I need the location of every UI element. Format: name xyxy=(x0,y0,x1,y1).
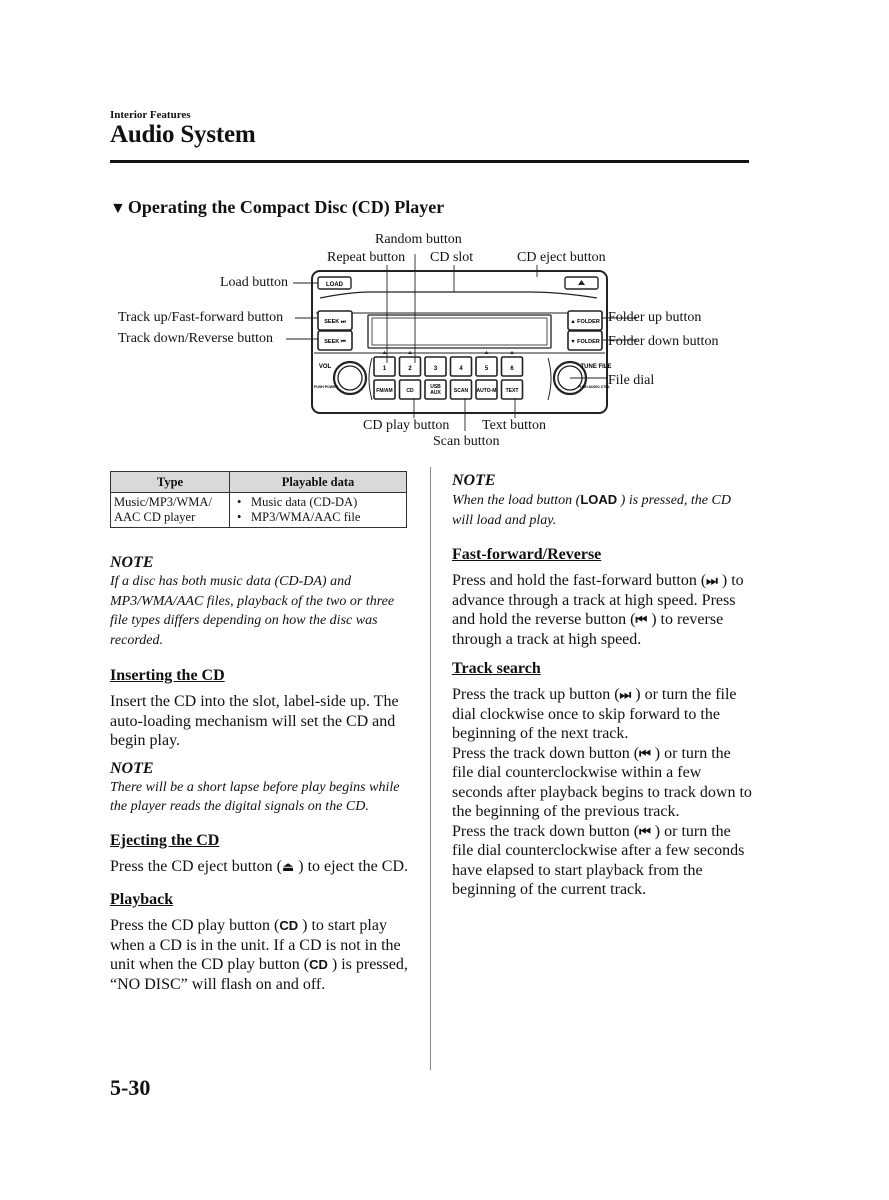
text-span: ) to eject the CD. xyxy=(294,857,409,875)
inserting-text: Insert the CD into the slot, label-side … xyxy=(110,693,399,749)
callout-load-button: Load button xyxy=(220,275,289,290)
eject-button-graphic xyxy=(564,276,599,290)
left-column: NOTE If a disc has both music data (CD-D… xyxy=(110,553,410,994)
table-cell-data: Music data (CD-DA) MP3/WMA/AAC file xyxy=(229,492,407,528)
audio-unit-diagram: LOAD SEEK ⏭ SEEK ⏮ ▲ FOLDER ▼ FOLDER VOL… xyxy=(110,228,750,458)
folder-up-label: ▲ FOLDER xyxy=(570,319,600,325)
track-search-heading: Track search xyxy=(452,660,541,677)
table-header-playable-data: Playable data xyxy=(229,471,407,493)
function-button-label: SCAN xyxy=(454,388,469,394)
playback-heading: Playback xyxy=(110,891,174,908)
vol-label: VOL xyxy=(319,364,332,370)
display xyxy=(367,314,552,349)
title-rule xyxy=(110,160,749,163)
track-down-icon: ⏮ xyxy=(639,745,651,761)
list-item: MP3/WMA/AAC file xyxy=(251,510,403,525)
text-span: Press and hold the fast-forward button ( xyxy=(452,572,707,589)
text-span: Press the track down button ( xyxy=(452,822,640,840)
ejecting-text: Press the CD eject button (⏏ ) to eject … xyxy=(110,857,410,877)
function-button-label: AUTO-M xyxy=(477,388,497,394)
note-heading: NOTE xyxy=(110,759,154,777)
callout-track-down-button: Track down/Reverse button xyxy=(118,331,274,346)
folder-down-label: ▼ FOLDER xyxy=(570,339,600,345)
ff-reverse-text: Press and hold the fast-forward button (… xyxy=(452,571,752,649)
cd-slot xyxy=(319,291,598,299)
subsection-title: Operating the Compact Disc (CD) Player xyxy=(127,197,445,217)
track-search-text-3: Press the track down button (⏮ ) or turn… xyxy=(452,822,752,900)
eject-icon: ⏏ xyxy=(281,858,295,874)
function-button-label: FM/AM xyxy=(376,388,392,394)
callout-track-up-button: Track up/Fast-forward button xyxy=(118,310,284,325)
table-header-type: Type xyxy=(110,471,230,493)
callout-cd-eject-button: CD eject button xyxy=(517,250,606,265)
table-row: Music/MP3/WMA/ AAC CD player Music data … xyxy=(110,492,407,528)
track-up-icon: ⏭ xyxy=(619,687,632,702)
load-label: LOAD xyxy=(326,282,344,288)
callout-repeat-button: Repeat button xyxy=(327,250,406,265)
table-cell-type: Music/MP3/WMA/ AAC CD player xyxy=(110,492,230,528)
playback-text: Press the CD play button (CD ) to start … xyxy=(110,916,410,994)
inserting-heading: Inserting the CD xyxy=(110,667,225,684)
right-column: NOTE When the load button (LOAD ) is pre… xyxy=(452,471,752,900)
text-span: Press the track up button ( xyxy=(452,686,620,703)
callout-cd-slot: CD slot xyxy=(430,250,474,265)
callout-random-button: Random button xyxy=(375,232,462,247)
function-button-label: CD xyxy=(406,388,414,394)
note-text: There will be a short lapse before play … xyxy=(110,779,400,815)
section-label: Interior Features xyxy=(110,109,191,121)
cd-icon: CD xyxy=(309,957,328,972)
text-span: When the load button ( xyxy=(452,493,581,508)
callout-folder-down-button: Folder down button xyxy=(608,334,719,349)
callout-file-dial: File dial xyxy=(608,373,655,388)
function-button-label: TEXT xyxy=(506,388,519,394)
seek-down-label: SEEK ⏮ xyxy=(324,339,346,345)
push-power-label: PUSH POWER xyxy=(314,385,338,389)
note-text: If a disc has both music data (CD-DA) an… xyxy=(110,574,395,648)
list-item: Music data (CD-DA) xyxy=(251,495,403,510)
cd-icon: CD xyxy=(279,918,299,933)
triangle-marker-icon: ▼ xyxy=(110,200,126,217)
callout-cd-play-button: CD play button xyxy=(363,418,450,433)
ff-reverse-heading: Fast-forward/Reverse xyxy=(452,546,602,563)
ejecting-heading: Ejecting the CD xyxy=(110,831,220,849)
column-divider xyxy=(430,467,431,1070)
track-search-text-2: Press the track down button (⏮ ) or turn… xyxy=(452,744,752,822)
text-span: Press the track down button ( xyxy=(452,744,640,762)
reverse-icon: ⏮ xyxy=(635,612,648,627)
track-down-icon: ⏮ xyxy=(639,823,651,839)
playable-data-table: Type Playable data Music/MP3/WMA/ AAC CD… xyxy=(110,471,407,528)
tune-file-label: TUNE FILE xyxy=(581,364,612,370)
fast-forward-icon: ⏭ xyxy=(706,573,718,588)
text-span: Press the CD eject button ( xyxy=(110,857,282,875)
push-audio-ctrl-label: PUSH AUDIO CTRL xyxy=(578,385,611,389)
callout-text-button: Text button xyxy=(482,418,546,433)
load-button-graphic: LOAD xyxy=(317,276,352,290)
load-icon: LOAD xyxy=(580,492,618,507)
page-number: 5-30 xyxy=(110,1075,151,1100)
volume-knob xyxy=(332,360,368,396)
text-span: Press the CD play button ( xyxy=(110,917,280,934)
note-heading: NOTE xyxy=(110,554,154,571)
note-heading: NOTE xyxy=(452,472,496,489)
function-button-label: AUX xyxy=(430,390,441,396)
page-title: Audio System xyxy=(110,121,256,148)
callout-scan-button: Scan button xyxy=(433,434,500,449)
subsection-heading: ▼ Operating the Compact Disc (CD) Player xyxy=(110,197,444,218)
callout-folder-up-button: Folder up button xyxy=(608,310,702,325)
note-text: When the load button (LOAD ) is pressed,… xyxy=(452,490,752,530)
seek-up-label: SEEK ⏭ xyxy=(324,319,346,325)
track-search-text-1: Press the track up button (⏭ ) or turn t… xyxy=(452,685,752,744)
